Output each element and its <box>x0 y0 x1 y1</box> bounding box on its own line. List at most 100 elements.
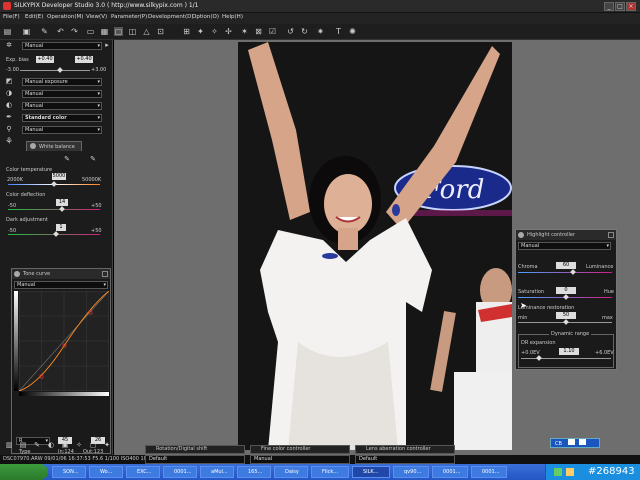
dr-slider[interactable] <box>521 358 611 359</box>
warning-icon[interactable]: △ <box>142 27 151 36</box>
lens-select[interactable]: Default <box>355 455 455 464</box>
tone-select[interactable]: Manual ▾ <box>22 102 102 110</box>
exp-bias-slider-track[interactable] <box>20 70 90 71</box>
circle-half-icon[interactable]: ◐ <box>47 441 55 449</box>
task-8[interactable]: SILK... <box>352 466 390 478</box>
select-icon[interactable]: ✦ <box>196 27 205 36</box>
color-deflection-slider[interactable] <box>8 209 100 210</box>
task-0[interactable]: SON... <box>52 466 86 478</box>
delete-mark-icon[interactable]: ⊠ <box>254 27 263 36</box>
tone-icon[interactable]: ◐ <box>5 101 13 109</box>
dark-adjustment-knob[interactable] <box>53 231 59 237</box>
color-pen-icon[interactable]: ✒ <box>5 113 13 121</box>
exp-bias-slider-knob[interactable] <box>57 67 63 73</box>
task-11[interactable]: 0001... <box>471 466 507 478</box>
pipette-icon[interactable]: ✎ <box>40 27 49 36</box>
task-9[interactable]: qv90... <box>393 466 429 478</box>
grid-icon[interactable]: ⊞ <box>182 27 191 36</box>
wb-dropper2-icon[interactable]: ✎ <box>89 155 97 163</box>
brush-icon[interactable]: ⚲ <box>5 125 13 133</box>
paste-param-icon[interactable]: ✢ <box>224 27 233 36</box>
tray-volume-icon[interactable] <box>566 468 574 476</box>
rotate-right-icon[interactable]: ↻ <box>300 27 309 36</box>
exposure-mode-select[interactable]: Manual exposure ▾ <box>22 78 102 86</box>
menu-help[interactable]: Help(H) <box>222 14 243 20</box>
exposure-icon[interactable]: ◩ <box>5 77 13 85</box>
menu-option[interactable]: Option(O) <box>192 14 219 20</box>
task-6[interactable]: Daisy <box>274 466 308 478</box>
menu-view[interactable]: View(V) <box>86 14 107 20</box>
menu-operation[interactable]: Operation(M) <box>47 14 83 20</box>
dark-adjustment-value[interactable]: 1 <box>56 224 66 231</box>
maximize-button[interactable]: □ <box>615 2 625 11</box>
exp-bias-value-b[interactable]: +0.40 <box>75 56 93 63</box>
view-preview-icon[interactable]: ▢ <box>114 27 123 36</box>
saturation-knob[interactable] <box>563 294 569 300</box>
star-icon[interactable]: ✦ <box>103 441 111 449</box>
develop-icon[interactable]: ✷ <box>316 27 325 36</box>
dr-value[interactable]: 1.10 <box>559 348 579 355</box>
pin-icon[interactable]: ▸ <box>103 41 111 49</box>
task-2[interactable]: EXC... <box>126 466 160 478</box>
sharpness-select[interactable]: Manual ▾ <box>22 90 102 98</box>
fit-icon[interactable]: ⊡ <box>156 27 165 36</box>
zoom-fit-icon[interactable] <box>567 439 575 445</box>
highlight-select[interactable]: Manual ▾ <box>518 242 611 250</box>
chroma-knob[interactable] <box>570 269 576 275</box>
tone-curve-graph[interactable] <box>19 291 109 391</box>
saturation-value[interactable]: 0 <box>556 287 576 294</box>
copy-param-icon[interactable]: ✧ <box>210 27 219 36</box>
fine-color-select[interactable]: Manual <box>250 455 350 464</box>
gear-icon[interactable]: ✲ <box>5 41 13 49</box>
chroma-value[interactable]: 60 <box>556 262 576 269</box>
square-icon[interactable]: ▣ <box>61 441 69 449</box>
tray-network-icon[interactable] <box>554 468 562 476</box>
rotation-select[interactable]: Default <box>145 455 245 464</box>
tab-lens-aberration[interactable]: Lens aberration controller <box>355 445 455 454</box>
luminance-restoration-value[interactable]: 50 <box>556 312 576 319</box>
color-temp-value[interactable]: 5000 <box>52 173 66 180</box>
levels-icon[interactable]: ▤ <box>19 441 27 449</box>
tab-rotation[interactable]: Rotation/Digital shift <box>145 445 245 454</box>
task-5[interactable]: 165... <box>237 466 271 478</box>
dr-knob[interactable] <box>536 355 542 361</box>
tone-curve-select[interactable]: Manual ▾ <box>14 281 108 289</box>
pen-icon[interactable]: ✎ <box>33 441 41 449</box>
task-10[interactable]: 0001... <box>432 466 468 478</box>
open-folder-icon[interactable]: ▣ <box>22 27 31 36</box>
zoom-help-icon[interactable] <box>579 439 587 445</box>
mark-icon[interactable]: ✶ <box>240 27 249 36</box>
zoom-controls[interactable]: CB <box>550 438 600 448</box>
compare-icon[interactable]: ◫ <box>128 27 137 36</box>
rotate-left-icon[interactable]: ↺ <box>286 27 295 36</box>
task-3[interactable]: 0001... <box>163 466 197 478</box>
settings-icon[interactable]: ✺ <box>348 27 357 36</box>
menu-edit[interactable]: Edit(E) <box>25 14 43 20</box>
chroma-slider[interactable] <box>518 272 612 273</box>
tab-fine-color[interactable]: Fine color controller <box>250 445 350 454</box>
open-file-icon[interactable]: ▤ <box>3 27 12 36</box>
check-icon[interactable]: ☑ <box>268 27 277 36</box>
redo-icon[interactable]: ↷ <box>70 27 79 36</box>
color-deflection-knob[interactable] <box>59 206 65 212</box>
task-4[interactable]: aMul... <box>200 466 234 478</box>
wb-dropper-icon[interactable]: ✎ <box>63 155 71 163</box>
menu-parameter[interactable]: Parameter(P) <box>111 14 147 20</box>
menu-development[interactable]: Development(D) <box>148 14 194 20</box>
text-icon[interactable]: T <box>334 27 343 36</box>
luminance-restoration-knob[interactable] <box>563 319 569 325</box>
color-temp-knob[interactable] <box>51 181 57 187</box>
menu-file[interactable]: File(F) <box>3 14 20 20</box>
tab-white-balance[interactable]: White balance <box>26 141 82 151</box>
wb-icon[interactable]: ⚘ <box>5 138 13 147</box>
start-button[interactable] <box>0 464 48 480</box>
noise-select[interactable]: Manual ▾ <box>22 126 102 134</box>
view-single-icon[interactable]: ▭ <box>86 27 95 36</box>
close-button[interactable]: × <box>626 2 636 11</box>
histogram-icon[interactable]: ▥ <box>5 441 13 449</box>
exp-bias-value-a[interactable]: +0.40 <box>36 56 54 63</box>
minimize-button[interactable]: _ <box>604 2 614 11</box>
undo-icon[interactable]: ↶ <box>56 27 65 36</box>
view-thumb-icon[interactable]: ▦ <box>100 27 109 36</box>
task-1[interactable]: Wo... <box>89 466 123 478</box>
